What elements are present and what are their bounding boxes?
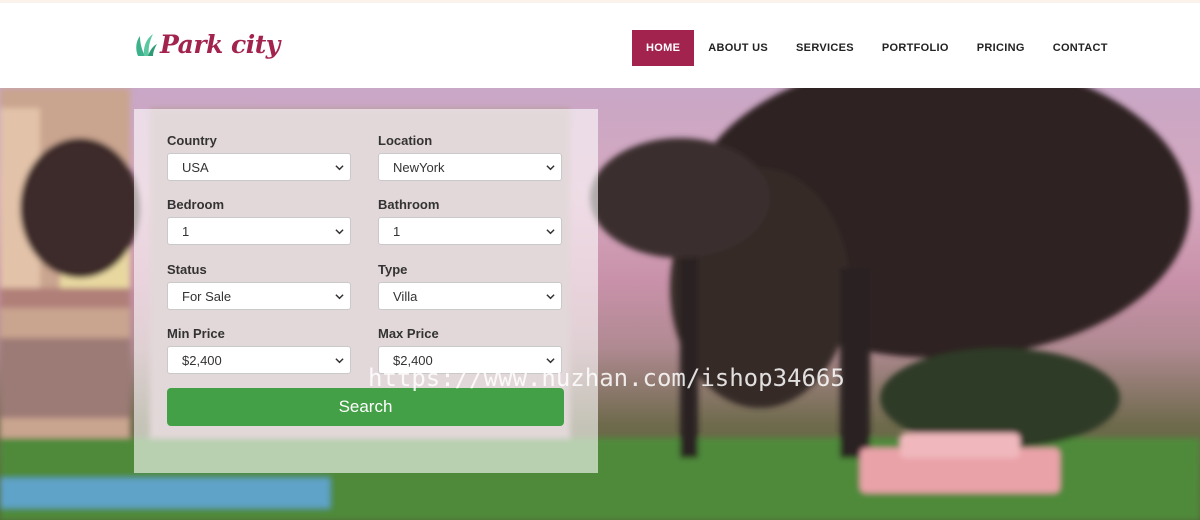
type-value: Villa [393,288,418,304]
bathroom-select[interactable]: 1 [378,217,562,245]
type-label: Type [378,262,408,277]
logo[interactable]: Park city [134,31,280,59]
site-header: Park city HOME ABOUT US SERVICES PORTFOL… [0,0,1200,88]
type-select[interactable]: Villa [378,282,562,310]
chevron-down-icon [546,229,555,235]
min-price-value: $2,400 [182,352,222,368]
property-search-panel: Country USA Location NewYork Bedroom 1 B… [134,109,598,473]
min-price-select[interactable]: $2,400 [167,346,351,374]
location-select[interactable]: NewYork [378,153,562,181]
location-label: Location [378,133,433,148]
bathroom-label: Bathroom [378,197,440,212]
location-value: NewYork [393,159,445,175]
bedroom-label: Bedroom [167,197,225,212]
status-value: For Sale [182,288,232,304]
chevron-down-icon [335,229,344,235]
chevron-down-icon [546,294,555,300]
bathroom-value: 1 [393,223,401,239]
chevron-down-icon [546,165,555,171]
max-price-label: Max Price [378,326,439,341]
nav-contact[interactable]: CONTACT [1039,30,1122,66]
status-label: Status [167,262,207,277]
bedroom-select[interactable]: 1 [167,217,351,245]
leaf-icon [136,34,157,56]
nav-about-us[interactable]: ABOUT US [694,30,782,66]
main-nav: HOME ABOUT US SERVICES PORTFOLIO PRICING… [632,30,1122,66]
logo-text: Park city [160,30,280,59]
nav-services[interactable]: SERVICES [782,30,868,66]
nav-home[interactable]: HOME [632,30,695,66]
nav-pricing[interactable]: PRICING [963,30,1039,66]
country-select[interactable]: USA [167,153,351,181]
search-button[interactable]: Search [167,388,564,426]
nav-portfolio[interactable]: PORTFOLIO [868,30,963,66]
country-value: USA [182,159,209,175]
chevron-down-icon [335,165,344,171]
country-label: Country [167,133,217,148]
min-price-label: Min Price [167,326,225,341]
chevron-down-icon [335,294,344,300]
status-select[interactable]: For Sale [167,282,351,310]
chevron-down-icon [335,358,344,364]
watermark-text: https://www.huzhan.com/ishop34665 [368,364,845,392]
bedroom-value: 1 [182,223,190,239]
